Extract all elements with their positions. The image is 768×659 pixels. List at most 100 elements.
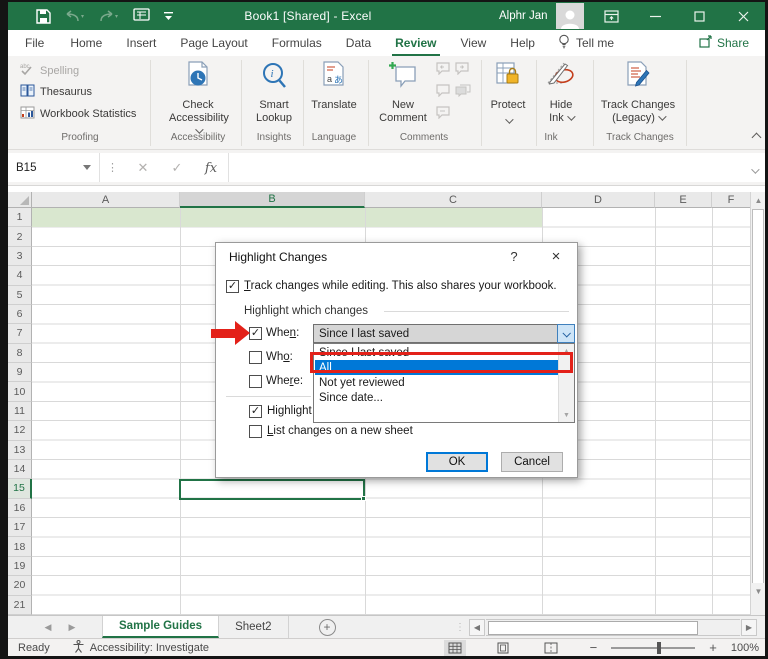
zoom-slider-thumb[interactable]	[657, 641, 662, 654]
row-header[interactable]: 5	[8, 285, 32, 305]
undo-icon[interactable]	[65, 9, 85, 23]
thesaurus-button[interactable]: Thesaurus	[20, 84, 92, 100]
hide-ink-button[interactable]: Hide Ink	[532, 61, 590, 125]
name-box[interactable]: B15	[8, 153, 100, 182]
tab-formulas[interactable]: Formulas	[263, 31, 331, 55]
save-icon[interactable]	[36, 8, 51, 24]
workbook-statistics-button[interactable]: Workbook Statistics	[20, 106, 136, 122]
tab-help[interactable]: Help	[501, 31, 544, 55]
row-header[interactable]: 3	[8, 246, 32, 267]
where-checkbox[interactable]	[249, 375, 262, 388]
zoom-in-icon[interactable]: +	[709, 640, 717, 655]
row-header[interactable]: 6	[8, 304, 32, 325]
avatar[interactable]	[555, 3, 584, 29]
check-accessibility-button[interactable]: Check Accessibility	[169, 61, 229, 138]
name-box-dropdown-icon[interactable]	[83, 165, 91, 170]
scroll-up-icon[interactable]: ▲	[751, 192, 766, 208]
prev-sheet-icon[interactable]: ◀	[36, 616, 60, 638]
sheet-tab-sample-guides[interactable]: Sample Guides	[102, 616, 220, 638]
tab-home[interactable]: Home	[61, 31, 111, 55]
confirm-entry-icon[interactable]: ✓	[160, 160, 194, 176]
who-checkbox[interactable]	[249, 351, 262, 364]
highlight-onscreen-checkbox[interactable]: ✓	[249, 405, 262, 418]
cancel-button[interactable]: Cancel	[501, 452, 563, 472]
close-button[interactable]	[721, 2, 765, 30]
scrollbar-splitter[interactable]: ⋮	[455, 622, 465, 633]
row-header[interactable]: 19	[8, 556, 32, 577]
ribbon-display-options-icon[interactable]	[589, 2, 633, 30]
tab-view[interactable]: View	[452, 31, 496, 55]
row-header[interactable]: 16	[8, 498, 32, 518]
row-header[interactable]: 7	[8, 324, 32, 344]
dialog-help-icon[interactable]: ?	[499, 245, 529, 267]
dropdown-item-since-date[interactable]: Since date...	[315, 390, 559, 405]
translate-button[interactable]: aあ Translate	[305, 61, 363, 112]
row-header[interactable]: 21	[8, 595, 32, 615]
scroll-down-icon[interactable]: ▼	[559, 408, 574, 422]
row-header[interactable]: 10	[8, 382, 32, 402]
row-header[interactable]: 2	[8, 227, 32, 247]
column-header-b[interactable]: B	[180, 192, 365, 208]
page-break-view-icon[interactable]	[540, 640, 562, 656]
dialog-close-icon[interactable]: ×	[541, 245, 571, 267]
maximize-button[interactable]	[677, 2, 721, 30]
column-header-d[interactable]: D	[542, 192, 655, 208]
new-sheet-icon[interactable]: +	[318, 618, 336, 636]
collapse-ribbon-icon[interactable]	[751, 132, 762, 144]
zoom-slider[interactable]	[611, 641, 696, 654]
row-header[interactable]: 13	[8, 440, 32, 460]
spelling-button[interactable]: abc Spelling	[20, 62, 79, 79]
row-header[interactable]: 12	[8, 421, 32, 441]
tell-me[interactable]: Tell me	[558, 34, 614, 52]
column-header-c[interactable]: C	[365, 192, 542, 208]
redo-icon[interactable]	[99, 9, 119, 23]
row-header[interactable]: 20	[8, 576, 32, 596]
insert-function-icon[interactable]: fx	[194, 160, 228, 176]
row-header[interactable]: 9	[8, 363, 32, 383]
ok-button[interactable]: OK	[426, 452, 488, 472]
when-checkbox[interactable]: ✓	[249, 327, 262, 340]
scroll-left-icon[interactable]: ◀	[469, 619, 485, 636]
vertical-scroll-thumb[interactable]	[752, 209, 764, 589]
next-sheet-icon[interactable]: ▶	[60, 616, 84, 638]
formula-input[interactable]	[228, 153, 765, 182]
row-header-selected[interactable]: 15	[8, 479, 32, 499]
sheet-tab-sheet2[interactable]: Sheet2	[219, 616, 289, 638]
tab-insert[interactable]: Insert	[117, 31, 165, 55]
tab-page-layout[interactable]: Page Layout	[171, 31, 256, 55]
protect-button[interactable]: Protect	[479, 61, 537, 128]
when-combo-value[interactable]: Since I last saved	[313, 324, 558, 343]
formula-bar-splitter[interactable]: ⋮	[100, 161, 126, 174]
zoom-out-icon[interactable]: −	[590, 640, 598, 655]
page-layout-view-icon[interactable]	[492, 640, 514, 656]
tab-review[interactable]: Review	[386, 31, 445, 57]
row-header[interactable]: 8	[8, 343, 32, 363]
share-button[interactable]: Share	[688, 31, 759, 55]
expand-formula-bar-icon[interactable]	[751, 161, 760, 179]
when-combo-dropdown-icon[interactable]	[557, 324, 575, 343]
row-header[interactable]: 4	[8, 266, 32, 286]
smart-lookup-button[interactable]: i Smart Lookup	[245, 61, 303, 125]
minimize-button[interactable]	[633, 2, 677, 30]
row-header[interactable]: 1	[8, 208, 32, 228]
scroll-right-icon[interactable]: ▶	[741, 619, 757, 636]
cancel-entry-icon[interactable]: ✕	[126, 160, 160, 176]
zoom-level[interactable]: 100%	[731, 642, 759, 654]
accessibility-status[interactable]: Accessibility: Investigate	[72, 639, 209, 656]
touch-mode-icon[interactable]	[133, 8, 150, 24]
selected-cell-b15[interactable]	[179, 479, 366, 501]
tab-data[interactable]: Data	[337, 31, 380, 55]
scroll-down-icon[interactable]: ▼	[751, 583, 766, 599]
column-header-a[interactable]: A	[32, 192, 180, 208]
select-all-corner[interactable]	[8, 192, 32, 208]
fill-handle[interactable]	[361, 496, 366, 501]
tab-file[interactable]: File	[16, 31, 53, 55]
row-header[interactable]: 18	[8, 537, 32, 557]
dropdown-item-not-reviewed[interactable]: Not yet reviewed	[315, 375, 559, 390]
user-name[interactable]: Alphr Jan	[499, 10, 548, 22]
track-changes-legacy-button[interactable]: Track Changes (Legacy)	[600, 61, 676, 125]
horizontal-scroll-thumb[interactable]	[488, 621, 698, 635]
column-header-f[interactable]: F	[712, 192, 750, 208]
row-header[interactable]: 17	[8, 518, 32, 538]
list-changes-checkbox[interactable]	[249, 425, 262, 438]
